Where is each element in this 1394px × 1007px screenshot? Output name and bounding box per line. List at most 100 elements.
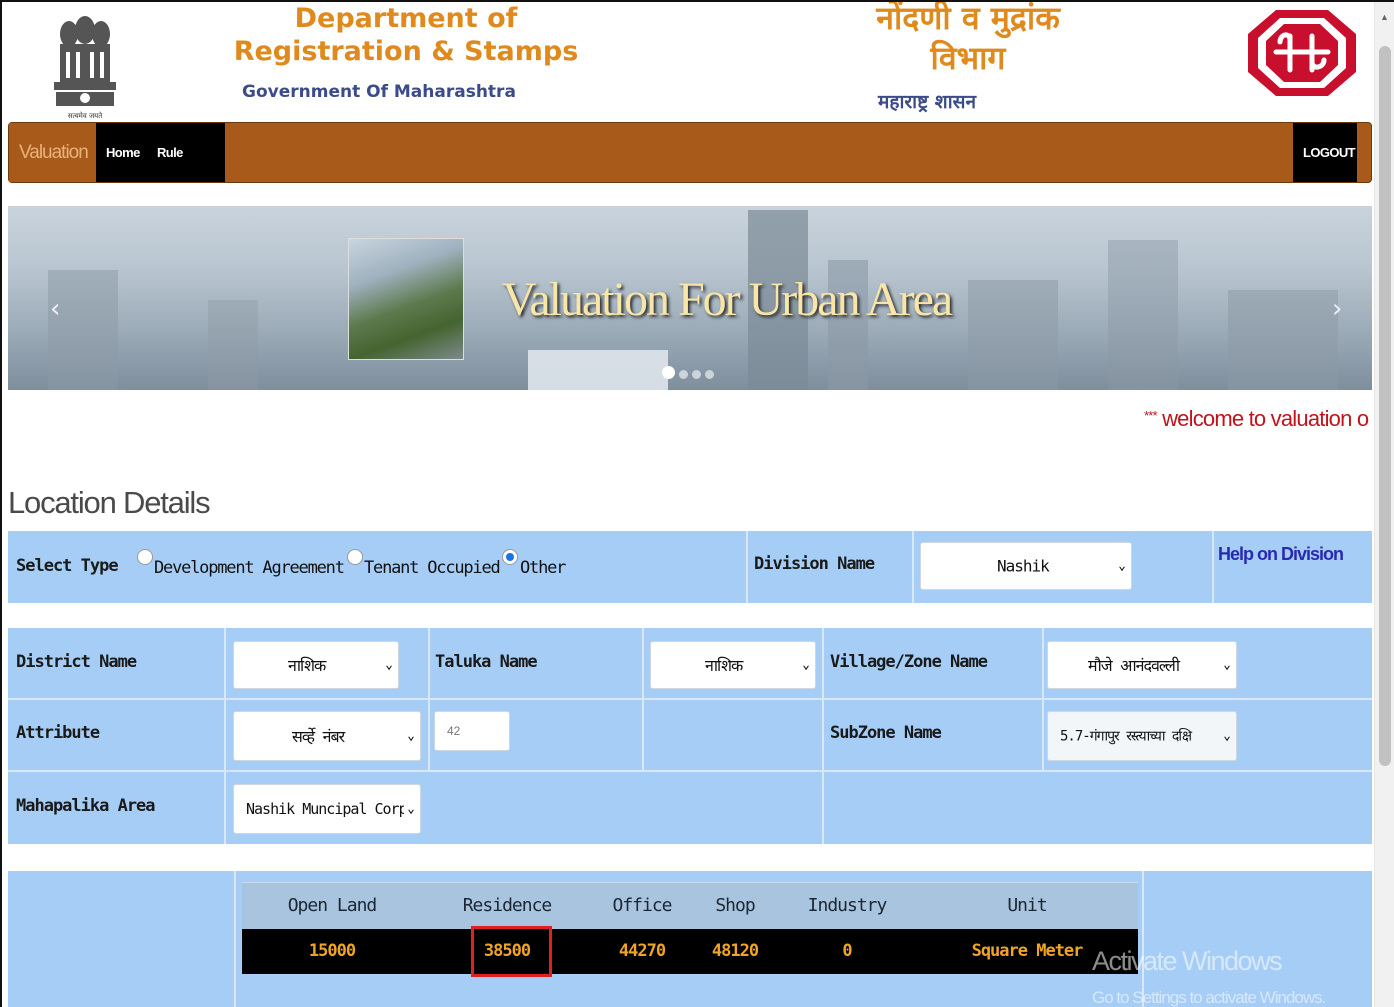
banner-city-photo — [348, 238, 464, 360]
marathi-title-line2: विभाग — [930, 39, 1006, 77]
state-emblem-icon: सत्यमेव जयते — [54, 16, 116, 120]
government-subtitle: Government Of Maharashtra — [242, 82, 516, 102]
attribute-label: Attribute — [16, 723, 100, 743]
department-title: Department of Registration & Stamps — [196, 2, 616, 68]
cell-divider — [1142, 871, 1144, 1007]
logout-button[interactable]: LOGOUT — [1293, 123, 1357, 182]
help-on-division-link[interactable]: Help on Division — [1218, 544, 1344, 565]
rates-header-open-land: Open Land — [287, 895, 378, 916]
banner-skyline — [1228, 290, 1338, 390]
cell-divider — [912, 531, 914, 603]
rates-header-shop: Shop — [715, 895, 755, 916]
cell-divider — [822, 628, 824, 844]
banner-title: Valuation For Urban Area — [502, 273, 953, 326]
page: सत्यमेव जयते Department of Registration … — [0, 0, 1394, 1007]
division-select[interactable]: Nashik ⌄ — [920, 542, 1132, 590]
main-navbar: Valuation Home Rule Guidline LOGOUT — [8, 122, 1372, 219]
welcome-marquee: *** welcome to valuation o — [1144, 406, 1369, 432]
attribute-number-input[interactable]: 42 — [434, 711, 510, 751]
district-select-value: नाशिक — [288, 656, 326, 675]
section-title: Location Details — [8, 485, 211, 520]
row-divider — [8, 698, 1372, 700]
scroll-up-icon[interactable]: ▲ — [1380, 12, 1389, 22]
banner-carousel: Valuation For Urban Area ‹ › — [8, 206, 1372, 390]
cell-divider — [1212, 531, 1214, 603]
scroll-thumb[interactable] — [1379, 46, 1391, 766]
banner-skyline — [1108, 240, 1178, 390]
rates-table-row: 15000 38500 44270 48120 0 Square Meter — [242, 929, 1138, 974]
subzone-select-value: 5.7-गंगापुर रस्त्याच्या दक्षि — [1060, 728, 1192, 745]
mahapalika-select[interactable]: Nashik Muncipal Corp ⌄ — [233, 784, 421, 834]
chevron-down-icon: ⌄ — [385, 657, 393, 673]
rates-header-unit: Unit — [1007, 895, 1047, 916]
vertical-scrollbar[interactable]: ▲ — [1374, 2, 1394, 1007]
radio-development-agreement[interactable] — [137, 549, 153, 565]
carousel-dot[interactable] — [705, 370, 714, 379]
cell-divider — [746, 531, 748, 603]
taluka-select[interactable]: नाशिक ⌄ — [650, 641, 816, 689]
marathi-title-line1: नोंदणी व मुद्रांक — [876, 0, 1060, 37]
marquee-text: welcome to valuation o — [1156, 406, 1369, 431]
windows-watermark-title: Activate Windows — [1092, 946, 1283, 976]
chevron-down-icon: ⌄ — [1118, 558, 1126, 574]
nav-home[interactable]: Home — [96, 123, 147, 182]
carousel-dot[interactable] — [692, 370, 701, 379]
marathi-subtitle: महाराष्ट्र शासन — [878, 91, 977, 113]
chevron-down-icon: ⌄ — [1223, 657, 1231, 673]
subzone-name-label: SubZone Name — [830, 723, 942, 743]
rate-shop: 48120 — [711, 941, 759, 961]
cell-divider — [428, 628, 430, 772]
row-divider — [8, 770, 1372, 772]
chevron-down-icon: ⌄ — [407, 728, 415, 744]
cell-divider — [1042, 628, 1044, 772]
banner-skyline — [968, 280, 1058, 390]
taluka-name-label: Taluka Name — [435, 652, 538, 672]
cell-divider — [234, 871, 236, 1007]
chevron-down-icon: ⌄ — [404, 801, 415, 817]
mahapalika-area-label: Mahapalika Area — [16, 796, 156, 816]
division-select-value: Nashik — [997, 556, 1050, 576]
carousel-dot[interactable] — [679, 370, 688, 379]
rates-table-header: Open Land Residence Office Shop Industry… — [242, 882, 1138, 929]
attribute-select[interactable]: सर्व्हे नंबर ⌄ — [233, 711, 421, 761]
site-header: सत्यमेव जयते Department of Registration … — [8, 2, 1372, 122]
division-name-label: Division Name — [754, 554, 875, 574]
attribute-select-value: सर्व्हे नंबर — [292, 727, 345, 746]
rates-table: Open Land Residence Office Shop Industry… — [242, 882, 1138, 974]
radio-other[interactable] — [502, 549, 518, 565]
rates-header-residence: Residence — [462, 895, 553, 916]
banner-skyline — [208, 300, 258, 390]
department-title-line1: Department of — [294, 3, 518, 34]
taluka-select-value: नाशिक — [705, 656, 743, 675]
chevron-down-icon: ⌄ — [802, 657, 810, 673]
windows-watermark-subtitle: Go to Settings to activate Windows. — [1092, 988, 1326, 1007]
district-select[interactable]: नाशिक ⌄ — [233, 641, 399, 689]
cell-divider — [642, 628, 644, 772]
nav-valuation[interactable]: Valuation — [9, 123, 95, 182]
department-logo-icon — [1248, 10, 1356, 96]
emblem-motto: सत्यमेव जयते — [68, 111, 103, 120]
residence-rate-highlight — [471, 926, 552, 977]
radio-label-tenant-occupied: Tenant Occupied — [364, 558, 501, 578]
nav-rule-guideline[interactable]: Rule Guidline — [147, 123, 225, 219]
rate-office: 44270 — [618, 941, 666, 961]
select-type-label: Select Type — [16, 556, 119, 576]
radio-label-other: Other — [520, 558, 566, 578]
village-zone-label: Village/Zone Name — [830, 652, 988, 672]
subzone-select[interactable]: 5.7-गंगापुर रस्त्याच्या दक्षि ⌄ — [1047, 711, 1237, 761]
carousel-indicators — [662, 366, 718, 384]
carousel-prev-button[interactable]: ‹ — [50, 294, 60, 324]
village-zone-select-value: मौजे आनंदवल्ली — [1088, 656, 1180, 675]
marquee-stars: *** — [1144, 408, 1158, 423]
banner-skyline — [528, 350, 668, 390]
rates-header-office: Office — [612, 895, 672, 916]
village-zone-select[interactable]: मौजे आनंदवल्ली ⌄ — [1047, 641, 1237, 689]
rate-industry: 0 — [842, 941, 852, 961]
carousel-dot[interactable] — [662, 366, 675, 379]
radio-label-development-agreement: Development Agreement — [154, 558, 345, 578]
carousel-next-button[interactable]: › — [1332, 294, 1342, 324]
rates-header-industry: Industry — [807, 895, 888, 916]
mahapalika-select-value: Nashik Muncipal Corp — [246, 800, 408, 818]
radio-tenant-occupied[interactable] — [347, 549, 363, 565]
marathi-title: नोंदणी व मुद्रांक विभाग — [808, 0, 1128, 78]
